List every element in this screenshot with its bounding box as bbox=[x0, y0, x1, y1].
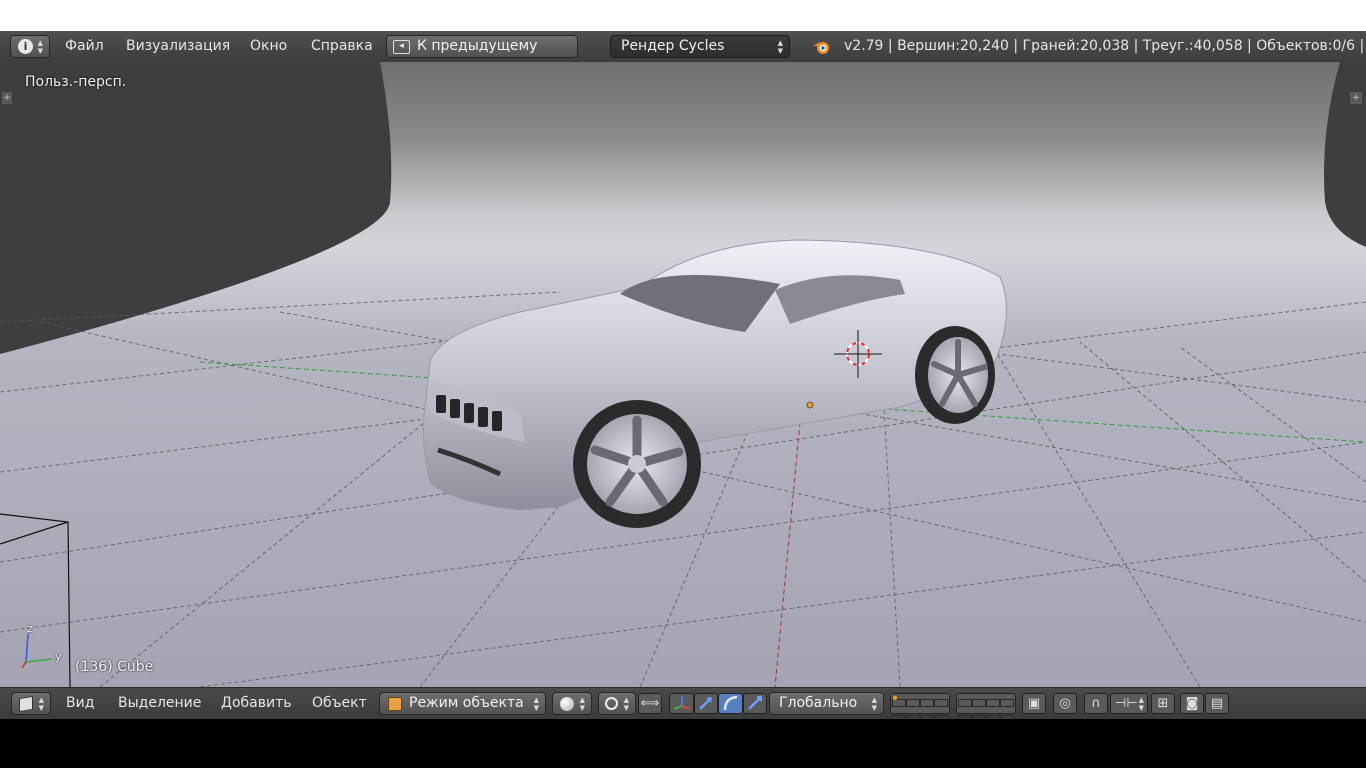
mode-select[interactable]: Режим объекта ▲ ▼ bbox=[379, 692, 546, 715]
region-expand-right-icon[interactable]: + bbox=[1350, 92, 1362, 104]
axis-y-label: y bbox=[55, 650, 62, 663]
translate-icon[interactable] bbox=[694, 693, 718, 714]
cube-view-icon bbox=[19, 695, 33, 713]
chevron-updown-icon: ▲ ▼ bbox=[37, 39, 43, 55]
menu-render[interactable]: Визуализация bbox=[126, 31, 230, 62]
view-mode-label: Польз.-персп. bbox=[25, 74, 127, 90]
chevron-updown-icon: ▲ ▼ bbox=[623, 696, 629, 712]
scene-layers-1[interactable] bbox=[890, 693, 950, 719]
render-animation-icon[interactable]: ▤ bbox=[1205, 693, 1229, 714]
menu-add[interactable]: Добавить bbox=[221, 688, 291, 719]
center-only-toggle[interactable]: ⟺ bbox=[638, 693, 662, 714]
back-button-label: К предыдущему виду bbox=[417, 38, 538, 62]
chevron-updown-icon: ▲ ▼ bbox=[871, 696, 877, 712]
menu-file[interactable]: Файл bbox=[65, 31, 104, 62]
menu-object[interactable]: Объект bbox=[312, 688, 367, 719]
scale-icon[interactable] bbox=[743, 693, 767, 714]
chevron-updown-icon: ▲ ▼ bbox=[579, 696, 585, 712]
back-icon: ◂ bbox=[393, 40, 410, 54]
rotate-icon[interactable] bbox=[718, 693, 743, 714]
blender-logo-icon bbox=[812, 38, 830, 56]
menu-help[interactable]: Справка bbox=[311, 31, 373, 62]
object-origin-icon bbox=[806, 401, 814, 409]
pivot-point-select[interactable]: ▲ ▼ bbox=[598, 692, 636, 715]
solid-shading-icon bbox=[560, 697, 574, 711]
scene-statistics: v2.79 | Вершин:20,240 | Граней:20,038 | … bbox=[844, 38, 1366, 54]
menu-view[interactable]: Вид bbox=[66, 688, 94, 719]
pivot-icon bbox=[605, 697, 618, 710]
editor-type-selector[interactable]: i ▲ ▼ bbox=[10, 35, 50, 58]
lock-camera-icon[interactable]: ▣ bbox=[1022, 693, 1046, 714]
editor-type-selector-3d[interactable]: ▲ ▼ bbox=[11, 692, 51, 715]
axis-z-label: z bbox=[27, 622, 33, 635]
active-object-label: (136) Cube bbox=[75, 659, 154, 675]
chevron-updown-icon: ▲ ▼ bbox=[777, 39, 783, 55]
region-expand-left-icon[interactable]: + bbox=[2, 92, 12, 104]
manipulator-icon[interactable] bbox=[669, 693, 694, 714]
object-mode-icon bbox=[388, 697, 402, 711]
orientation-value: Глобально bbox=[779, 695, 858, 711]
snap-target-icon[interactable]: ⊞ bbox=[1151, 693, 1175, 714]
menu-select[interactable]: Выделение bbox=[118, 688, 201, 719]
snap-magnet-icon[interactable]: ∩ bbox=[1084, 693, 1108, 714]
top-blank-area bbox=[0, 0, 1366, 31]
viewport-scene bbox=[0, 62, 1366, 687]
info-header: i ▲ ▼ Файл Визуализация Окно Справка ◂ К … bbox=[0, 31, 1366, 63]
render-camera-icon[interactable]: ◙ bbox=[1180, 693, 1204, 714]
bottom-blank-area bbox=[0, 719, 1366, 768]
menu-window[interactable]: Окно bbox=[250, 31, 287, 62]
chevron-updown-icon: ▲ ▼ bbox=[38, 696, 44, 712]
render-engine-select[interactable]: Рендер Cycles ▲ ▼ bbox=[610, 35, 790, 58]
scene-layers-2[interactable] bbox=[956, 693, 1016, 719]
3d-view-header: ▲ ▼ Вид Выделение Добавить Объект Режим о… bbox=[0, 687, 1366, 719]
info-icon: i bbox=[18, 39, 33, 54]
snap-element-icon[interactable]: ⊣⊢ ▲ ▼ bbox=[1110, 693, 1148, 714]
3d-viewport[interactable]: Польз.-персп. (136) Cube z y + + bbox=[0, 62, 1366, 687]
back-to-previous-button[interactable]: ◂ К предыдущему виду bbox=[386, 35, 578, 62]
chevron-updown-icon: ▲ ▼ bbox=[533, 696, 539, 712]
proportional-edit-icon[interactable]: ◎ bbox=[1053, 693, 1077, 714]
transform-orientation-select[interactable]: Глобально ▲ ▼ bbox=[769, 692, 884, 715]
viewport-shading-select[interactable]: ▲ ▼ bbox=[552, 692, 592, 715]
layer-active-dot-icon bbox=[893, 696, 897, 700]
mode-value: Режим объекта bbox=[409, 695, 524, 711]
render-engine-value: Рендер Cycles bbox=[621, 38, 725, 54]
